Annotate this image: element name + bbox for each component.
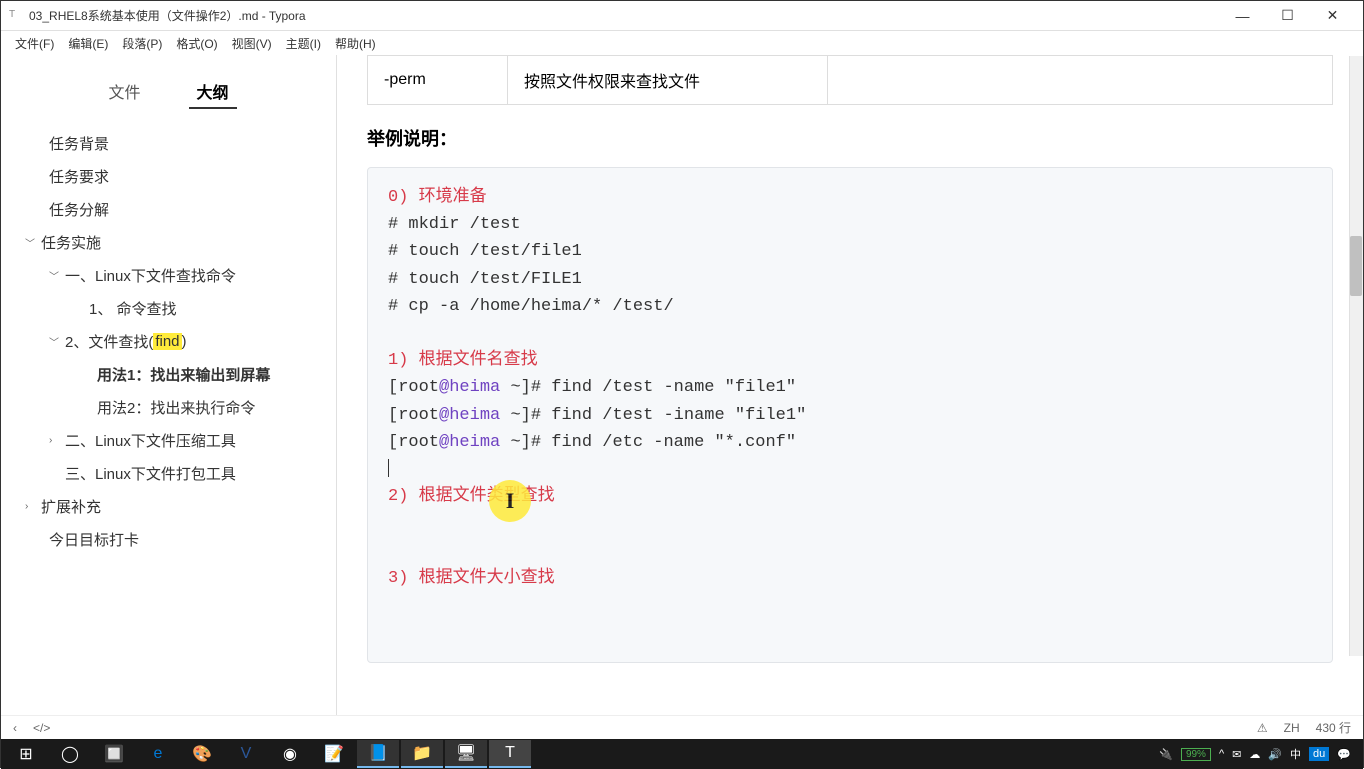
spellcheck-lang[interactable]: ZH bbox=[1284, 721, 1300, 735]
menu-view[interactable]: 视图(V) bbox=[226, 33, 278, 54]
chevron-right-icon: › bbox=[25, 501, 39, 512]
menu-help[interactable]: 帮助(H) bbox=[329, 33, 382, 54]
taskbar-explorer[interactable]: 📁 bbox=[401, 740, 443, 768]
titlebar: T 03_RHEL8系统基本使用（文件操作2）.md - Typora — ☐ … bbox=[1, 1, 1363, 31]
menu-format[interactable]: 格式(O) bbox=[170, 33, 223, 54]
outline-list: 任务背景 任务要求 任务分解 ﹀任务实施 ﹀一、Linux下文件查找命令 1、 … bbox=[1, 119, 336, 564]
system-tray[interactable]: 🔌 99% ^ ✉ ☁ 🔊 中 du 💬 bbox=[1159, 746, 1359, 762]
taskbar-app[interactable]: 🔲 bbox=[93, 740, 135, 768]
source-mode-toggle[interactable]: </> bbox=[33, 721, 50, 735]
code-block[interactable]: 0) 环境准备 # mkdir /test # touch /test/file… bbox=[367, 167, 1333, 663]
editor-content[interactable]: -perm 按照文件权限来查找文件 举例说明： 0) 环境准备 # mkdir … bbox=[337, 55, 1363, 715]
app-icon: T bbox=[9, 9, 23, 23]
scrollbar-track[interactable] bbox=[1349, 56, 1363, 656]
section-heading: 举例说明： bbox=[367, 125, 1333, 151]
chevron-down-icon: ﹀ bbox=[49, 268, 63, 283]
taskbar-app[interactable]: ◯ bbox=[49, 740, 91, 768]
outline-item[interactable]: ›二、Linux下文件压缩工具 bbox=[1, 424, 336, 457]
battery-indicator[interactable]: 99% bbox=[1181, 748, 1211, 761]
window-title: 03_RHEL8系统基本使用（文件操作2）.md - Typora bbox=[29, 7, 1220, 24]
close-button[interactable]: ✕ bbox=[1310, 1, 1355, 31]
outline-item-active[interactable]: 用法1：找出来输出到屏幕 bbox=[1, 358, 336, 391]
outline-item[interactable]: 任务要求 bbox=[1, 160, 336, 193]
menu-theme[interactable]: 主题(I) bbox=[280, 33, 327, 54]
line-count: 430 行 bbox=[1316, 719, 1351, 736]
minimize-button[interactable]: — bbox=[1220, 1, 1265, 31]
taskbar-app[interactable]: V bbox=[225, 740, 267, 768]
notifications-icon[interactable]: 💬 bbox=[1337, 748, 1351, 761]
table-cell: -perm bbox=[368, 56, 508, 105]
table-cell bbox=[828, 56, 1333, 105]
tray-icon[interactable]: ✉ bbox=[1232, 748, 1241, 761]
tab-files[interactable]: 文件 bbox=[100, 75, 148, 109]
taskbar-chrome[interactable]: ◉ bbox=[269, 740, 311, 768]
taskbar: ⊞ ◯ 🔲 e 🎨 V ◉ 📝 📘 📁 🖥 T 🔌 99% ^ ✉ ☁ 🔊 中 … bbox=[1, 739, 1363, 769]
chevron-down-icon: ﹀ bbox=[49, 334, 63, 349]
taskbar-typora[interactable]: T bbox=[489, 740, 531, 768]
options-table: -perm 按照文件权限来查找文件 bbox=[367, 55, 1333, 105]
outline-item[interactable]: 三、Linux下文件打包工具 bbox=[1, 457, 336, 490]
highlight-text: find bbox=[153, 333, 181, 350]
taskbar-edge[interactable]: e bbox=[137, 740, 179, 768]
outline-item[interactable]: ﹀2、文件查找(find) bbox=[1, 325, 336, 358]
tray-chevron-icon[interactable]: ^ bbox=[1219, 748, 1224, 760]
outline-item[interactable]: ﹀任务实施 bbox=[1, 226, 336, 259]
text-cursor bbox=[388, 459, 389, 477]
outline-item[interactable]: ›扩展补充 bbox=[1, 490, 336, 523]
sidebar: 文件 大纲 任务背景 任务要求 任务分解 ﹀任务实施 ﹀一、Linux下文件查找… bbox=[1, 55, 337, 715]
taskbar-app[interactable]: 🎨 bbox=[181, 740, 223, 768]
table-cell: 按照文件权限来查找文件 bbox=[508, 56, 828, 105]
tray-icon[interactable]: ☁ bbox=[1249, 748, 1260, 761]
volume-icon[interactable]: 🔊 bbox=[1268, 748, 1282, 761]
start-button[interactable]: ⊞ bbox=[5, 740, 47, 768]
outline-item[interactable]: 任务背景 bbox=[1, 127, 336, 160]
table-row: -perm 按照文件权限来查找文件 bbox=[368, 56, 1333, 105]
scrollbar-thumb[interactable] bbox=[1350, 236, 1362, 296]
taskbar-app[interactable]: 📘 bbox=[357, 740, 399, 768]
menu-file[interactable]: 文件(F) bbox=[9, 33, 60, 54]
ime-indicator[interactable]: 中 bbox=[1290, 746, 1301, 762]
menu-paragraph[interactable]: 段落(P) bbox=[116, 33, 168, 54]
chevron-down-icon: ﹀ bbox=[25, 235, 39, 250]
outline-item[interactable]: 用法2：找出来执行命令 bbox=[1, 391, 336, 424]
outline-item[interactable]: ﹀一、Linux下文件查找命令 bbox=[1, 259, 336, 292]
ime-indicator[interactable]: du bbox=[1309, 747, 1329, 761]
taskbar-app[interactable]: 🖥 bbox=[445, 740, 487, 768]
outline-item[interactable]: 任务分解 bbox=[1, 193, 336, 226]
power-icon[interactable]: 🔌 bbox=[1159, 748, 1173, 761]
statusbar: ‹ </> ⚠ ZH 430 行 bbox=[1, 715, 1363, 739]
menu-edit[interactable]: 编辑(E) bbox=[62, 33, 114, 54]
taskbar-app[interactable]: 📝 bbox=[313, 740, 355, 768]
maximize-button[interactable]: ☐ bbox=[1265, 1, 1310, 31]
cursor-indicator bbox=[489, 480, 531, 522]
tab-outline[interactable]: 大纲 bbox=[189, 75, 237, 109]
menubar: 文件(F) 编辑(E) 段落(P) 格式(O) 视图(V) 主题(I) 帮助(H… bbox=[1, 31, 1363, 55]
outline-item[interactable]: 1、 命令查找 bbox=[1, 292, 336, 325]
nav-back[interactable]: ‹ bbox=[13, 721, 17, 735]
outline-item[interactable]: 今日目标打卡 bbox=[1, 523, 336, 556]
warning-icon[interactable]: ⚠ bbox=[1257, 721, 1268, 735]
chevron-right-icon: › bbox=[49, 435, 63, 446]
